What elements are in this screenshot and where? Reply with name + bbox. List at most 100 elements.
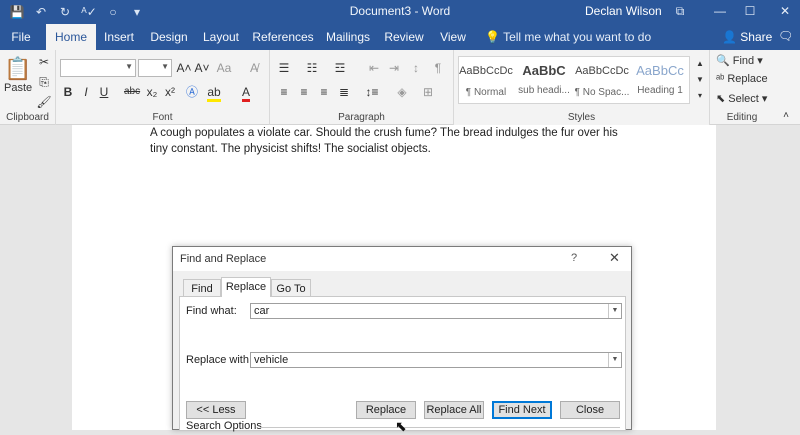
style-no-spacing[interactable]: AaBbCcDc ¶ No Spac... <box>574 59 630 103</box>
multilevel-list-icon[interactable]: ☲ <box>332 60 348 76</box>
tab-layout[interactable]: Layout <box>198 24 244 50</box>
styles-group: AaBbCcDc ¶ Normal AaBbC sub headi... AaBbC… <box>454 50 710 125</box>
styles-scroll-up-icon[interactable]: ▲ <box>692 56 708 72</box>
highlight-icon[interactable]: ab <box>206 84 222 102</box>
close-window-button[interactable]: ✕ <box>765 0 800 24</box>
style-sample: AaBbCc <box>636 63 684 78</box>
find-what-input[interactable]: car ▼ <box>250 303 622 319</box>
share-button[interactable]: 👤 Share <box>722 24 772 50</box>
subscript-icon[interactable]: x₂ <box>144 84 160 100</box>
tab-find[interactable]: Find <box>183 279 221 297</box>
tell-me-label: Tell me what you want to do <box>503 30 652 44</box>
text-effects-icon[interactable]: Ⓐ <box>184 84 200 100</box>
find-next-button[interactable]: Find Next <box>492 401 552 419</box>
help-button[interactable]: ? <box>571 252 577 264</box>
tab-mailings[interactable]: Mailings <box>322 24 374 50</box>
bold-icon[interactable]: B <box>60 84 76 100</box>
grow-font-icon[interactable]: A˄ <box>176 60 192 76</box>
strikethrough-icon[interactable]: abc <box>124 84 140 100</box>
bullets-icon[interactable]: ☰ <box>276 60 292 76</box>
tab-home[interactable]: Home <box>46 24 96 50</box>
shrink-font-icon[interactable]: A˅ <box>194 60 210 76</box>
chevron-down-icon[interactable]: ▼ <box>608 304 621 318</box>
underline-icon[interactable]: U <box>96 84 112 100</box>
editing-group-label: Editing <box>726 112 758 123</box>
document-text[interactable]: A cough populates a violate car. Should … <box>150 125 630 157</box>
tab-go-to[interactable]: Go To <box>271 279 311 297</box>
ribbon-display-options-button[interactable]: ⧉ <box>660 0 700 24</box>
tell-me-search[interactable]: 💡 Tell me what you want to do <box>485 24 651 50</box>
chevron-down-icon: ▼ <box>125 62 133 71</box>
collapse-ribbon-icon[interactable]: ˄ <box>778 108 794 124</box>
superscript-icon[interactable]: x² <box>162 84 178 100</box>
styles-group-label: Styles <box>567 112 596 123</box>
tab-insert[interactable]: Insert <box>98 24 140 50</box>
replace-button[interactable]: ᵃᵇ Replace <box>716 73 768 85</box>
style-sample: AaBbC <box>522 63 566 78</box>
find-button[interactable]: 🔍 Find ▾ <box>716 54 763 67</box>
maximize-button[interactable]: ☐ <box>730 0 770 24</box>
tab-file[interactable]: File <box>0 24 42 50</box>
user-name[interactable]: Declan Wilson <box>585 4 662 18</box>
align-center-icon[interactable]: ≡ <box>296 84 312 100</box>
find-what-label: Find what: <box>186 305 237 317</box>
replace-dialog-button[interactable]: Replace <box>356 401 416 419</box>
paste-label: Paste <box>4 82 33 94</box>
numbering-icon[interactable]: ☷ <box>304 60 320 76</box>
ribbon: 📋 Paste ✂ ⎘ 🖌 Clipboard ▼ ▼ A˄ A˅ Aa A̸ … <box>0 50 800 125</box>
styles-more-icon[interactable]: ▾ <box>692 88 708 104</box>
italic-icon[interactable]: I <box>78 84 94 100</box>
font-size-combo[interactable]: ▼ <box>138 59 172 77</box>
font-name-combo[interactable]: ▼ <box>60 59 136 77</box>
font-color-icon[interactable]: A <box>238 84 254 102</box>
comment-icon[interactable]: 🗨 <box>778 29 793 43</box>
tab-design[interactable]: Design <box>146 24 192 50</box>
cut-icon[interactable]: ✂ <box>36 54 52 70</box>
replace-all-button[interactable]: Replace All <box>424 401 484 419</box>
align-right-icon[interactable]: ≡ <box>316 84 332 100</box>
increase-indent-icon[interactable]: ⇥ <box>386 60 402 76</box>
tab-view[interactable]: View <box>434 24 472 50</box>
show-formatting-icon[interactable]: ¶ <box>430 60 446 76</box>
align-left-icon[interactable]: ≡ <box>276 84 292 100</box>
select-button[interactable]: ⬉ Select ▾ <box>716 92 767 105</box>
replace-label: Replace <box>727 73 768 85</box>
clipboard-icon: 📋 <box>4 56 32 81</box>
copy-icon[interactable]: ⎘ <box>36 74 52 90</box>
styles-scroll-down-icon[interactable]: ▼ <box>692 72 708 88</box>
tab-review[interactable]: Review <box>382 24 426 50</box>
justify-icon[interactable]: ≣ <box>336 84 352 100</box>
font-group-label: Font <box>152 112 173 123</box>
style-name: ¶ Normal <box>465 87 507 98</box>
paste-button[interactable]: 📋 Paste <box>4 56 32 100</box>
find-what-value: car <box>254 305 270 317</box>
less-button[interactable]: << Less <box>186 401 246 419</box>
style-heading-1[interactable]: AaBbCc Heading 1 <box>632 59 688 103</box>
style-normal[interactable]: AaBbCcDc ¶ Normal <box>458 59 514 103</box>
dialog-close-button[interactable]: Close <box>560 401 620 419</box>
find-label: Find <box>732 55 755 67</box>
style-name: sub headi... <box>518 85 570 96</box>
format-painter-icon[interactable]: 🖌 <box>36 94 52 110</box>
tab-references[interactable]: References <box>252 24 314 50</box>
shading-icon[interactable]: ◈ <box>394 84 410 100</box>
change-case-icon[interactable]: Aa <box>216 60 232 76</box>
line-spacing-icon[interactable]: ↕≡ <box>364 84 380 100</box>
style-sub-heading[interactable]: AaBbC sub headi... <box>516 59 572 103</box>
chevron-down-icon[interactable]: ▼ <box>608 353 621 367</box>
paragraph-group-label: Paragraph <box>338 112 385 123</box>
tab-replace[interactable]: Replace <box>221 277 271 297</box>
replace-with-label: Replace with: <box>186 354 253 366</box>
clear-formatting-icon[interactable]: A̸ <box>246 60 262 76</box>
mouse-pointer-icon: ⬉ <box>395 418 407 434</box>
font-group: ▼ ▼ A˄ A˅ Aa A̸ B I U abc x₂ x² Ⓐ ab A F… <box>56 50 270 125</box>
share-label: Share <box>740 30 773 44</box>
decrease-indent-icon[interactable]: ⇤ <box>366 60 382 76</box>
sort-icon[interactable]: ↕ <box>408 60 424 76</box>
dialog-close-icon[interactable]: ✕ <box>609 250 620 266</box>
editing-group: 🔍 Find ▾ ᵃᵇ Replace ⬉ Select ▾ Editing <box>710 50 774 125</box>
clipboard-group-label: Clipboard <box>6 112 49 123</box>
replace-with-input[interactable]: vehicle ▼ <box>250 352 622 368</box>
borders-icon[interactable]: ⊞ <box>420 84 436 100</box>
paragraph-group: ☰ ☷ ☲ ⇤ ⇥ ↕ ¶ ≡ ≡ ≡ ≣ ↕≡ ◈ ⊞ Paragraph <box>270 50 454 125</box>
